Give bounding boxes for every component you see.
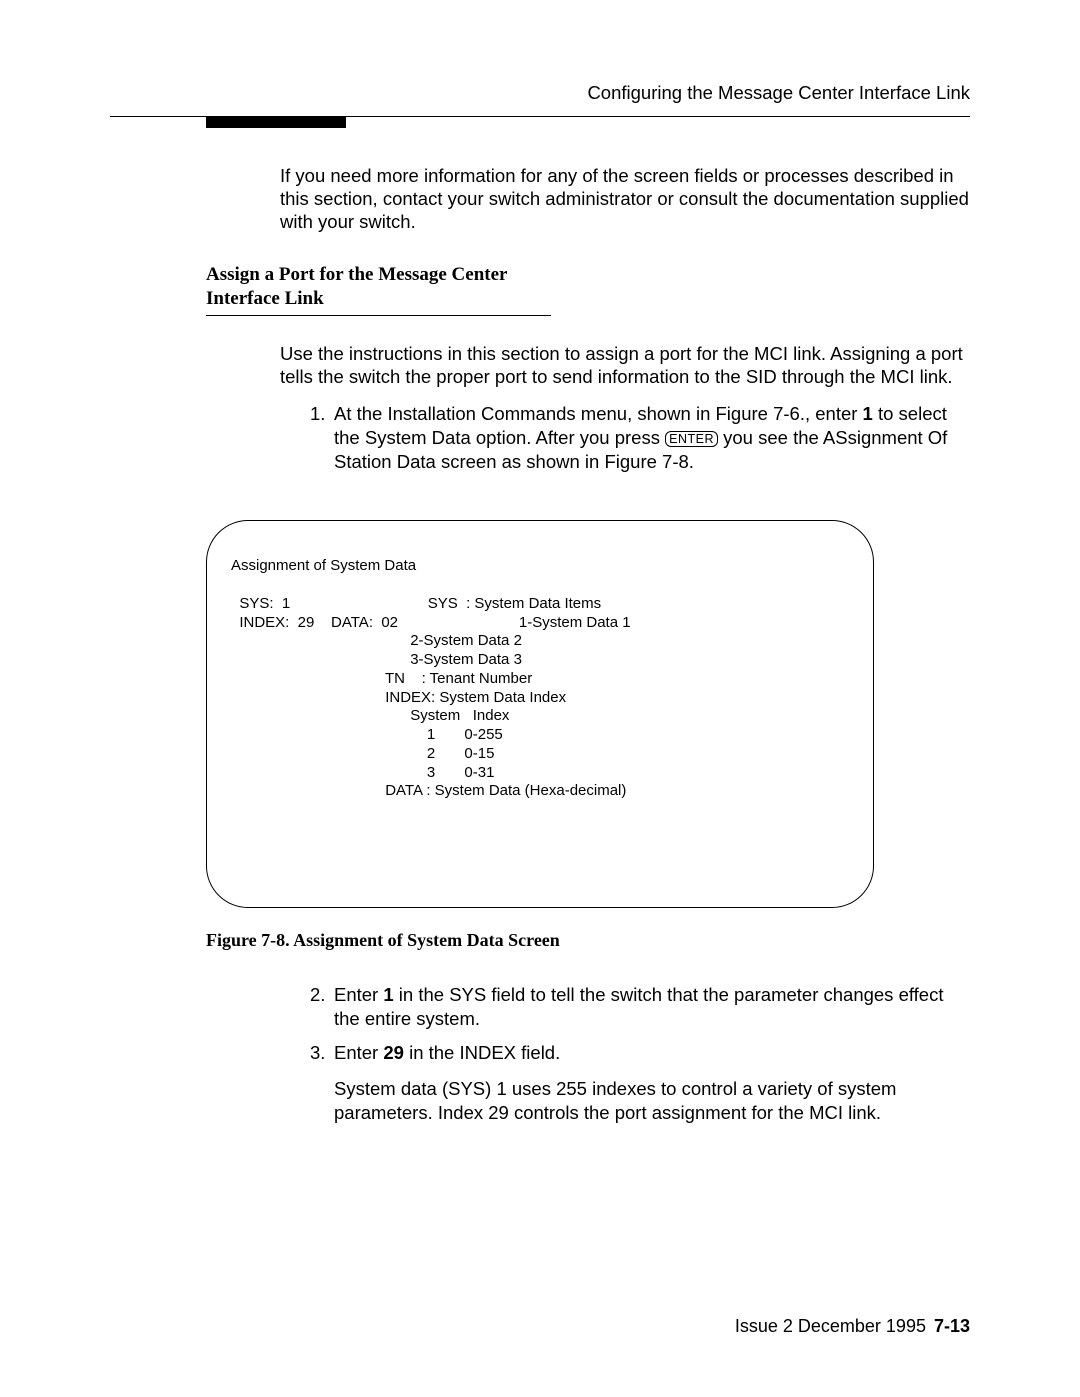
- step1-text-a: At the Installation Commands menu, shown…: [334, 403, 863, 424]
- step-2: 2. Enter 1 in the SYS field to tell the …: [310, 983, 970, 1031]
- screen-data: DATA : System Data (Hexa-decimal): [385, 782, 626, 799]
- step2-text-a: Enter: [334, 984, 383, 1005]
- running-header: Configuring the Message Center Interface…: [110, 82, 970, 104]
- screen-r1: 1-System Data 1: [519, 614, 631, 631]
- screen-index-line: INDEX: 29 DATA: 02: [231, 614, 398, 631]
- step2-text-b: in the SYS field to tell the switch that…: [334, 984, 944, 1029]
- heading-line2: Interface Link: [206, 288, 324, 309]
- step-body: At the Installation Commands menu, shown…: [334, 402, 970, 474]
- screen-sysidx: System Index: [410, 707, 509, 724]
- heading-underline: [206, 315, 551, 316]
- footer-issue: Issue 2 December 1995: [735, 1316, 926, 1336]
- step3-bold: 29: [383, 1042, 404, 1063]
- page-footer: Issue 2 December 1995 7-13: [735, 1316, 970, 1337]
- step-list-1: 1. At the Installation Commands menu, sh…: [310, 402, 970, 474]
- screen-r3: 3-System Data 3: [410, 651, 522, 668]
- figure-7-8: Assignment of System Data SYS: 1 SYS : S…: [206, 520, 874, 951]
- step-list-2: 2. Enter 1 in the SYS field to tell the …: [310, 983, 970, 1125]
- screen-row1: 1 0-255: [410, 726, 503, 743]
- section-heading: Assign a Port for the Message Center Int…: [206, 263, 551, 315]
- step1-bold1: 1: [863, 403, 873, 424]
- step3-text-b: in the INDEX field.: [404, 1042, 560, 1063]
- step-number: 2.: [310, 983, 334, 1031]
- section-indicator-bar: [206, 117, 346, 128]
- section-heading-block: Assign a Port for the Message Center Int…: [206, 263, 551, 316]
- intro-paragraph: If you need more information for any of …: [280, 164, 970, 233]
- figure-caption: Figure 7-8. Assignment of System Data Sc…: [206, 930, 874, 951]
- step-body: Enter 29 in the INDEX field. System data…: [334, 1041, 970, 1125]
- heading-line1: Assign a Port for the Message Center: [206, 264, 507, 285]
- step2-bold: 1: [383, 984, 393, 1005]
- step-number: 1.: [310, 402, 334, 474]
- screen-content: Assignment of System Data SYS: 1 SYS : S…: [231, 557, 849, 801]
- screen-row2: 2 0-15: [410, 745, 494, 762]
- section-paragraph: Use the instructions in this section to …: [280, 342, 970, 388]
- step-body: Enter 1 in the SYS field to tell the swi…: [334, 983, 970, 1031]
- screen-idx: INDEX: System Data Index: [385, 689, 566, 706]
- step3-text-a: Enter: [334, 1042, 383, 1063]
- screen-r2: 2-System Data 2: [410, 632, 522, 649]
- step-1: 1. At the Installation Commands menu, sh…: [310, 402, 970, 474]
- step3-followup: System data (SYS) 1 uses 255 indexes to …: [334, 1077, 970, 1125]
- terminal-screen: Assignment of System Data SYS: 1 SYS : S…: [206, 520, 874, 908]
- screen-sys-right: SYS : System Data Items: [428, 595, 601, 612]
- screen-tn: TN : Tenant Number: [385, 670, 532, 687]
- screen-title: Assignment of System Data: [231, 557, 416, 574]
- step-number: 3.: [310, 1041, 334, 1125]
- screen-sys-line: SYS: 1: [231, 595, 290, 612]
- step-3: 3. Enter 29 in the INDEX field. System d…: [310, 1041, 970, 1125]
- page-container: Configuring the Message Center Interface…: [0, 0, 1080, 1397]
- enter-key-icon: ENTER: [665, 431, 718, 447]
- screen-row3: 3 0-31: [410, 764, 494, 781]
- footer-page-number: 7-13: [934, 1316, 970, 1336]
